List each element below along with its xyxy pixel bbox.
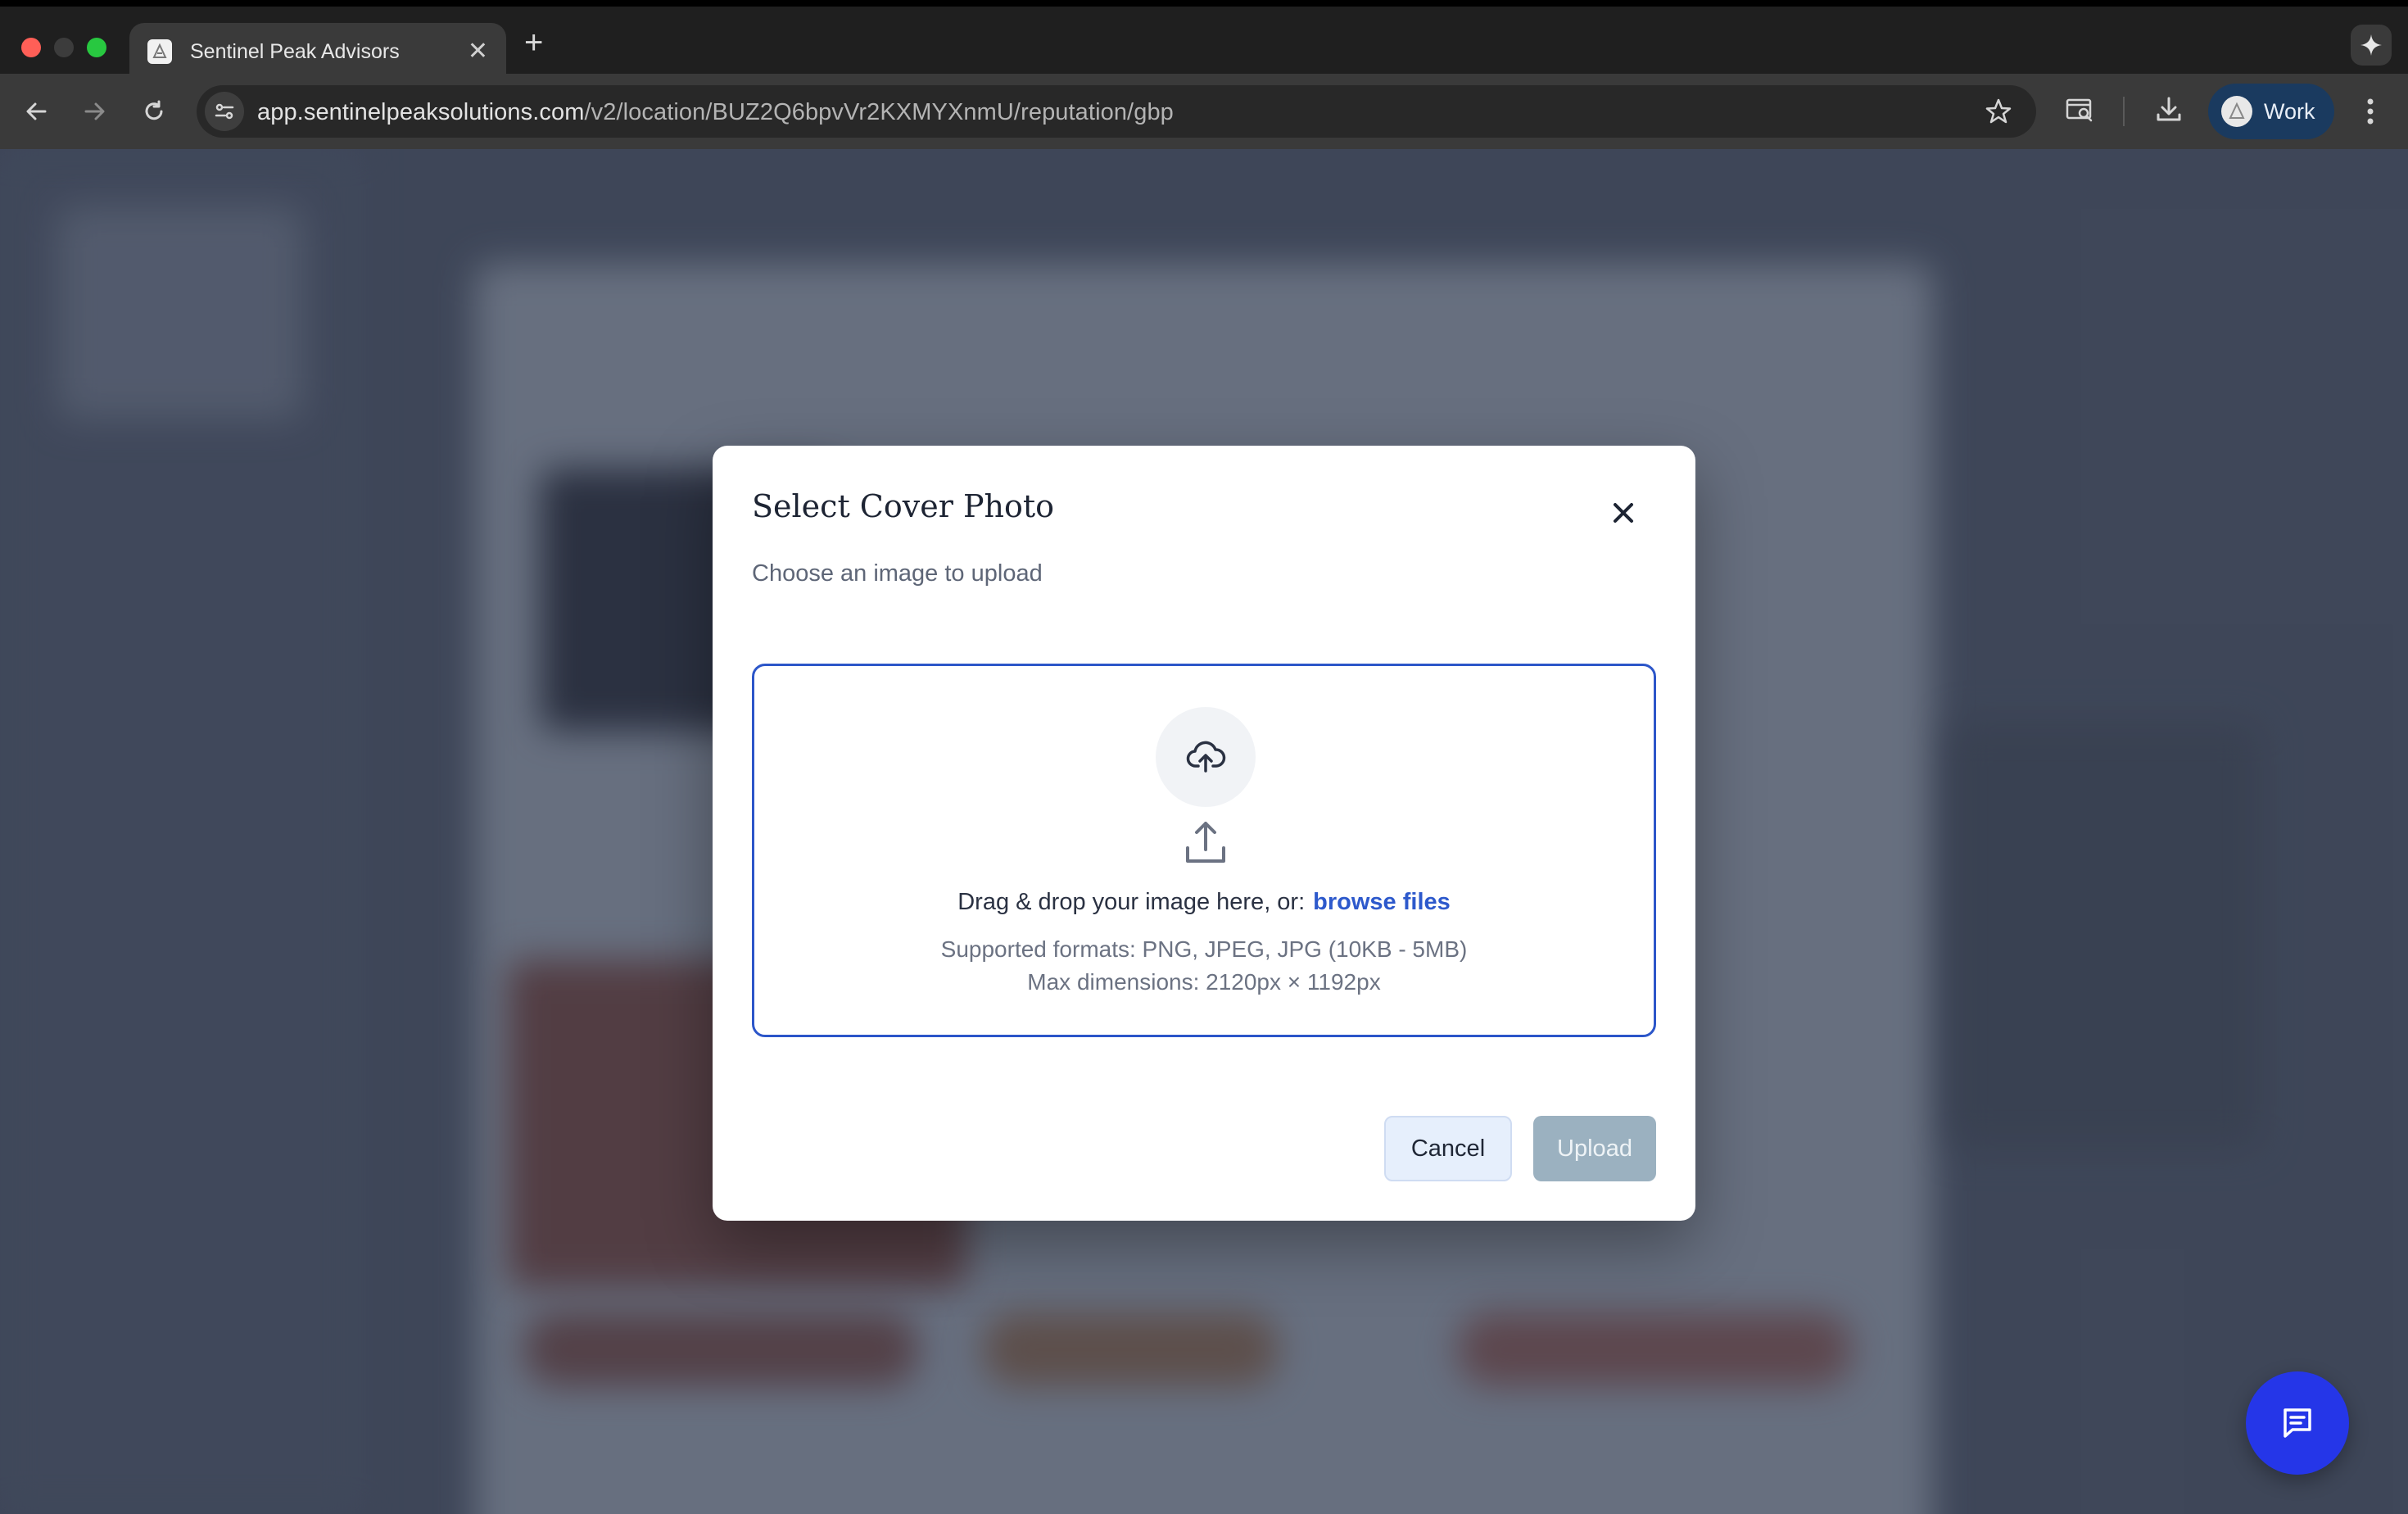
address-bar[interactable]: app.sentinelpeaksolutions.com/v2/locatio… bbox=[197, 85, 2036, 138]
browse-files-link[interactable]: browse files bbox=[1313, 889, 1451, 915]
dropzone-instruction-text: Drag & drop your image here, or: bbox=[957, 889, 1306, 915]
sparkle-icon[interactable] bbox=[2351, 25, 2392, 66]
url-text: app.sentinelpeaksolutions.com/v2/locatio… bbox=[257, 99, 1174, 126]
dialog-subtitle: Choose an image to upload bbox=[752, 560, 1043, 587]
favicon-icon bbox=[147, 39, 172, 64]
tab-strip: Sentinel Peak Advisors ✕ + bbox=[0, 0, 2408, 80]
cancel-button[interactable]: Cancel bbox=[1384, 1116, 1512, 1181]
bookmark-star-icon[interactable] bbox=[1984, 97, 2013, 130]
cover-photo-dialog: Select Cover Photo Choose an image to up… bbox=[713, 446, 1695, 1221]
upload-tray-icon bbox=[1181, 818, 1230, 868]
close-window-button[interactable] bbox=[21, 38, 41, 57]
chat-icon bbox=[2284, 1408, 2311, 1438]
minimize-window-button[interactable] bbox=[54, 38, 74, 57]
close-icon[interactable] bbox=[1607, 496, 1640, 529]
maximize-window-button[interactable] bbox=[87, 38, 106, 57]
url-host: app.sentinelpeaksolutions.com bbox=[257, 99, 585, 125]
dropzone-instruction: Drag & drop your image here, or: browse f… bbox=[754, 889, 1654, 916]
tab-title: Sentinel Peak Advisors bbox=[190, 39, 400, 63]
max-dimensions-text: Max dimensions: 2120px × 1192px bbox=[1027, 969, 1381, 995]
image-dropzone[interactable]: Drag & drop your image here, or: browse f… bbox=[752, 664, 1656, 1037]
search-tabs-icon[interactable] bbox=[2064, 93, 2097, 130]
profile-label: Work bbox=[2264, 98, 2315, 124]
browser-window: Sentinel Peak Advisors ✕ + app.sentinelp… bbox=[0, 0, 2408, 1514]
dialog-title: Select Cover Photo bbox=[752, 488, 1055, 524]
forward-arrow-icon[interactable] bbox=[79, 95, 111, 128]
reload-icon[interactable] bbox=[138, 95, 170, 128]
upload-button[interactable]: Upload bbox=[1533, 1116, 1656, 1181]
tab-close-icon[interactable]: ✕ bbox=[468, 39, 488, 64]
browser-toolbar: app.sentinelpeaksolutions.com/v2/locatio… bbox=[0, 74, 2408, 149]
toolbar-divider bbox=[2123, 97, 2125, 126]
chat-button[interactable] bbox=[2246, 1371, 2349, 1475]
new-tab-button[interactable]: + bbox=[524, 26, 543, 59]
site-settings-icon[interactable] bbox=[205, 92, 244, 131]
avatar bbox=[2221, 96, 2252, 127]
supported-formats-text: Supported formats: PNG, JPEG, JPG (10KB … bbox=[940, 936, 1468, 962]
back-arrow-icon[interactable] bbox=[20, 95, 52, 128]
more-menu-icon[interactable] bbox=[2359, 95, 2382, 132]
cloud-upload-icon bbox=[1156, 707, 1256, 807]
profile-chip[interactable]: Work bbox=[2208, 84, 2334, 139]
browser-tab[interactable]: Sentinel Peak Advisors ✕ bbox=[129, 23, 506, 80]
url-path: /v2/location/BUZ2Q6bpvVr2KXMYXnmU/reputa… bbox=[584, 99, 1174, 125]
download-icon[interactable] bbox=[2152, 93, 2185, 130]
